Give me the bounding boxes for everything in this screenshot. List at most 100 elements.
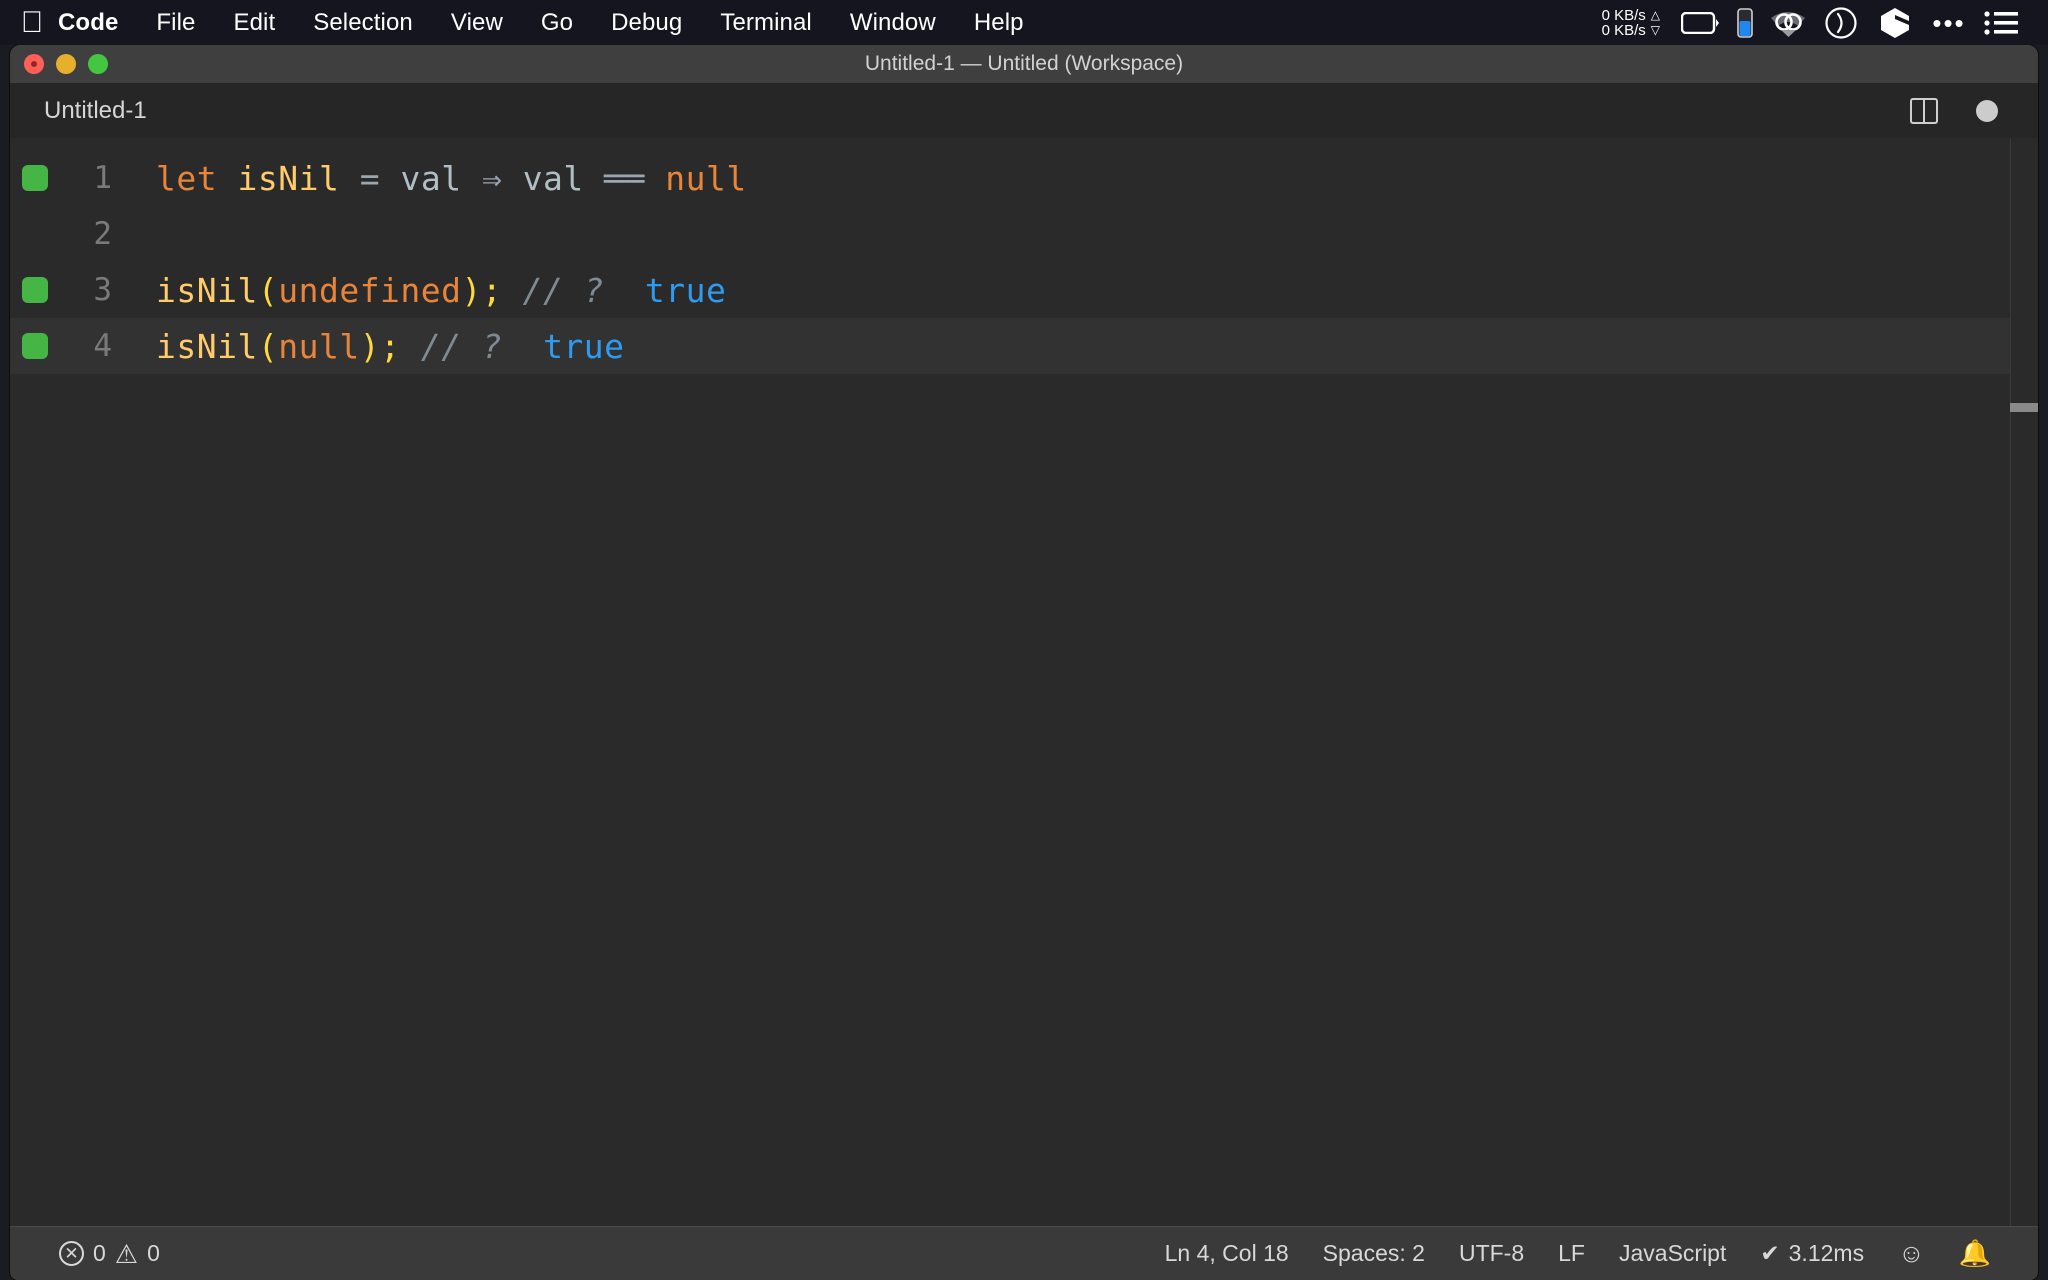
git-added-marker-icon <box>22 277 48 303</box>
encoding-setting[interactable]: UTF-8 <box>1442 1227 1541 1280</box>
split-editor-icon[interactable] <box>1910 97 1938 124</box>
list-icon[interactable] <box>1976 0 2026 45</box>
code-token: ; <box>380 326 401 366</box>
menu-item-debug[interactable]: Debug <box>592 0 701 45</box>
indentation-setting[interactable]: Spaces: 2 <box>1306 1227 1442 1280</box>
cursor-position[interactable]: Ln 4, Col 18 <box>1148 1227 1306 1280</box>
minimize-button[interactable] <box>56 54 76 74</box>
code-token: isNil <box>237 158 340 198</box>
traffic-light-buttons <box>10 54 108 74</box>
code-line[interactable]: 2 <box>10 206 2038 262</box>
feedback-button[interactable]: ☺ <box>1881 1227 1942 1280</box>
overview-ruler-scrollbar[interactable] <box>2010 138 2038 1226</box>
quokka-status[interactable]: ✔ 3.12ms <box>1743 1227 1881 1280</box>
vscode-window: Untitled-1 — Untitled (Workspace) Untitl… <box>10 45 2038 1280</box>
git-added-marker-icon <box>22 333 48 359</box>
code-token: undefined <box>278 270 462 310</box>
clock-icon[interactable] <box>1814 0 1868 45</box>
menu-item-code[interactable]: Code <box>46 0 137 45</box>
code-line-text: let isNil = val ⇒ val ══ null <box>134 159 747 198</box>
editor-actions <box>1910 97 2038 124</box>
status-bar-right: Ln 4, Col 18 Spaces: 2 UTF-8 LF JavaScri… <box>1148 1227 2038 1280</box>
cube-icon[interactable] <box>1868 0 1922 45</box>
ellipsis-icon[interactable]: ••• <box>1922 0 1976 45</box>
menu-item-window[interactable]: Window <box>831 0 955 45</box>
menu-item-edit[interactable]: Edit <box>214 0 294 45</box>
eol-setting[interactable]: LF <box>1541 1227 1602 1280</box>
error-count: 0 <box>93 1240 106 1266</box>
code-lines-container: 1 let isNil = val ⇒ val ══ null 2 3 isNil(un… <box>10 138 2038 1226</box>
code-token: val <box>400 158 462 198</box>
upload-arrow-icon: △ <box>1650 8 1660 22</box>
network-download-value: 0 KB/s <box>1601 22 1646 39</box>
warning-icon: ⚠ <box>114 1238 139 1269</box>
code-line-text: isNil(undefined); // ? true <box>134 271 726 310</box>
code-token: = <box>359 158 381 198</box>
code-line[interactable]: 4 isNil(null); // ? true <box>10 318 2038 374</box>
status-bar: ✕ 0 ⚠ 0 Ln 4, Col 18 Spaces: 2 UTF-8 LF … <box>10 1226 2038 1280</box>
notifications-button[interactable]: 🔔 <box>1942 1227 2008 1280</box>
tab-untitled-1[interactable]: Untitled-1 <box>10 83 177 138</box>
maximize-button[interactable] <box>88 54 108 74</box>
menu-item-file[interactable]: File <box>137 0 214 45</box>
menu-item-go[interactable]: Go <box>522 0 592 45</box>
window-title-bar: Untitled-1 — Untitled (Workspace) <box>10 45 2038 83</box>
network-speed-indicator[interactable]: 0 KB/s △ 0 KB/s ▽ <box>1602 0 1660 45</box>
line-number: 2 <box>93 216 112 252</box>
code-line-text: isNil(null); // ? true <box>134 327 625 366</box>
code-token: // ? <box>522 270 605 310</box>
code-token: // ? <box>420 326 503 366</box>
code-editor[interactable]: 1 let isNil = val ⇒ val ══ null 2 3 isNil(un… <box>10 138 2038 1226</box>
code-token: true <box>644 270 727 310</box>
git-added-marker-icon <box>22 165 48 191</box>
problems-indicator[interactable]: ✕ 0 ⚠ 0 <box>42 1227 177 1280</box>
macos-menu-bar:  Code File Edit Selection View Go Debug… <box>0 0 2048 45</box>
menu-item-terminal[interactable]: Terminal <box>701 0 831 45</box>
download-arrow-icon: ▽ <box>1650 23 1660 37</box>
language-mode[interactable]: JavaScript <box>1602 1227 1743 1280</box>
code-line[interactable]: 3 isNil(undefined); // ? true <box>10 262 2038 318</box>
window-title: Untitled-1 — Untitled (Workspace) <box>864 52 1184 75</box>
status-bar-left: ✕ 0 ⚠ 0 <box>10 1227 177 1280</box>
code-token: ⇒ <box>481 158 503 198</box>
code-line[interactable]: 1 let isNil = val ⇒ val ══ null <box>10 150 2038 206</box>
code-token: ( <box>257 326 279 366</box>
menu-bar-items:  Code File Edit Selection View Go Debug… <box>0 0 1043 45</box>
code-token: ══ <box>604 158 645 198</box>
menu-item-selection[interactable]: Selection <box>294 0 432 45</box>
smiley-icon: ☺ <box>1898 1238 1925 1268</box>
code-token: isNil <box>156 326 258 366</box>
quokka-runtime: 3.12ms <box>1788 1240 1865 1266</box>
unsaved-dot-icon[interactable] <box>1976 99 1998 122</box>
wifi-icon[interactable] <box>1762 0 1814 45</box>
menu-bar-tray: 0 KB/s △ 0 KB/s ▽ ••• <box>1602 0 2048 45</box>
bell-icon: 🔔 <box>1958 1238 1991 1268</box>
code-token: null <box>278 326 360 366</box>
blue-indicator-icon[interactable] <box>1728 0 1762 45</box>
code-token: null <box>665 158 747 198</box>
code-token: true <box>543 326 625 366</box>
scrollbar-thumb[interactable] <box>2010 403 2038 412</box>
code-token: val <box>522 158 584 198</box>
menu-item-view[interactable]: View <box>432 0 522 45</box>
network-upload-value: 0 KB/s <box>1601 7 1646 24</box>
apple-logo-icon[interactable]:  <box>0 0 46 45</box>
code-token: let <box>156 158 218 198</box>
code-token: ) <box>461 270 482 310</box>
warning-count: 0 <box>147 1240 160 1266</box>
code-token: ( <box>257 270 279 310</box>
close-button[interactable] <box>24 54 44 74</box>
menu-item-help[interactable]: Help <box>955 0 1043 45</box>
battery-icon[interactable] <box>1674 0 1728 45</box>
